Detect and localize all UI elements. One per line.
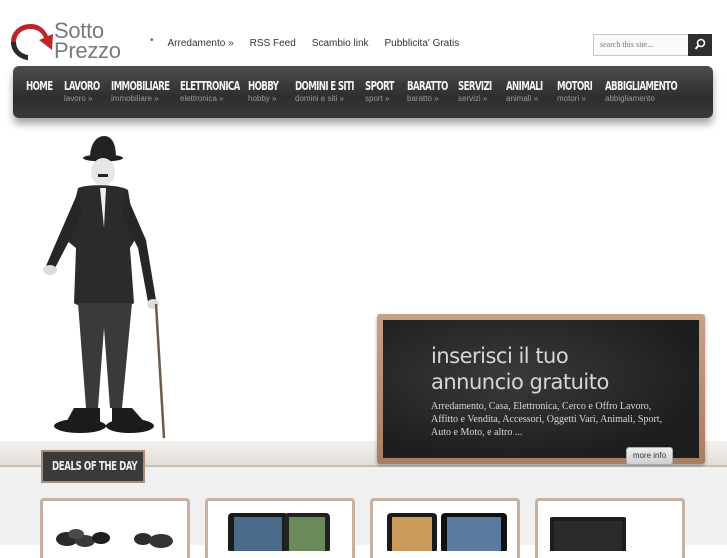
nav-item-home[interactable]: HOME	[26, 78, 63, 94]
deals-of-the-day-label: DEALS OF THE DAY	[41, 450, 145, 483]
nav-sublabel: animali »	[506, 94, 539, 103]
top-link-pubblicita[interactable]: Pubblicita' Gratis	[385, 38, 460, 49]
deal-card-monitor[interactable]	[535, 498, 685, 558]
nav-sublabel: servizi »	[458, 94, 488, 103]
deal-image-stones	[56, 529, 173, 548]
top-links: • Arredamento » RSS Feed Scambio link Pu…	[150, 35, 475, 49]
bullet-icon: •	[150, 35, 154, 46]
site-logo[interactable]: Sotto Prezzo	[8, 18, 133, 64]
search-icon	[694, 38, 706, 50]
logo-arrow-icon	[11, 24, 53, 60]
nav-label: SERVIZI	[458, 79, 492, 93]
nav-item-motori[interactable]: MOTORI motori »	[557, 78, 606, 104]
nav-item-baratto[interactable]: BARATTO baratto »	[407, 78, 464, 104]
banner-title-line2: annuncio gratuito	[431, 370, 609, 394]
main-navigation: HOME LAVORO lavoro » IMMOBILIARE immobilia…	[13, 66, 713, 118]
chalkboard: inserisci il tuo annuncio gratuito Arred…	[383, 320, 699, 458]
deal-card-phone-2[interactable]	[370, 498, 520, 558]
nav-item-animali[interactable]: ANIMALI animali »	[506, 78, 557, 104]
deal-image-iphone	[387, 513, 507, 553]
top-link-rss-feed[interactable]: RSS Feed	[250, 38, 296, 49]
deal-card-stones[interactable]	[40, 498, 190, 558]
nav-sublabel: motori »	[557, 94, 586, 103]
nav-sublabel: lavoro »	[64, 94, 93, 103]
charlie-chaplin-image	[43, 136, 166, 439]
top-link-scambio-link[interactable]: Scambio link	[312, 38, 369, 49]
banner-title-line1: inserisci il tuo	[431, 344, 569, 368]
deals-label-text: DEALS OF THE DAY	[52, 459, 138, 473]
nav-sublabel: hobby »	[248, 94, 277, 103]
nav-label: HOME	[26, 79, 53, 93]
nav-label: ABBIGLIAMENTO	[605, 79, 678, 93]
logo-text-bottom: Prezzo	[54, 38, 121, 63]
nav-label: MOTORI	[557, 79, 593, 93]
nav-label: LAVORO	[64, 79, 100, 93]
nav-item-hobby[interactable]: HOBBY hobby »	[248, 78, 290, 104]
nav-label: IMMOBILIARE	[111, 79, 170, 93]
nav-label: ANIMALI	[506, 79, 543, 93]
nav-label: SPORT	[365, 79, 394, 93]
search-button[interactable]	[688, 34, 712, 56]
search-input[interactable]: search this site...	[593, 34, 689, 56]
top-link-arredamento[interactable]: Arredamento »	[168, 38, 234, 49]
deal-card-phone-1[interactable]	[205, 498, 355, 558]
nav-sublabel: sport »	[365, 94, 390, 103]
banner-description: Arredamento, Casa, Elettronica, Cerco e …	[431, 401, 663, 438]
nav-item-servizi[interactable]: SERVIZI servizi »	[458, 78, 505, 104]
more-info-button[interactable]: more info	[626, 447, 673, 465]
nav-sublabel: abbigliamento	[605, 94, 655, 103]
nav-label: HOBBY	[248, 79, 279, 93]
nav-label: BARATTO	[407, 79, 448, 93]
nav-item-abbigliamento[interactable]: ABBIGLIAMENTO abbigliamento	[605, 78, 705, 104]
nav-label: DOMINI E SITI	[295, 79, 354, 93]
nav-label: ELETTRONICA	[180, 79, 240, 93]
deal-image-phone	[228, 513, 330, 553]
nav-item-lavoro[interactable]: LAVORO lavoro »	[64, 78, 113, 104]
nav-sublabel: baratto »	[407, 94, 439, 103]
deal-image-monitor	[550, 517, 626, 553]
chalkboard-banner: inserisci il tuo annuncio gratuito Arred…	[377, 314, 705, 464]
search-form: search this site...	[593, 34, 712, 56]
nav-item-sport[interactable]: SPORT sport »	[365, 78, 405, 104]
